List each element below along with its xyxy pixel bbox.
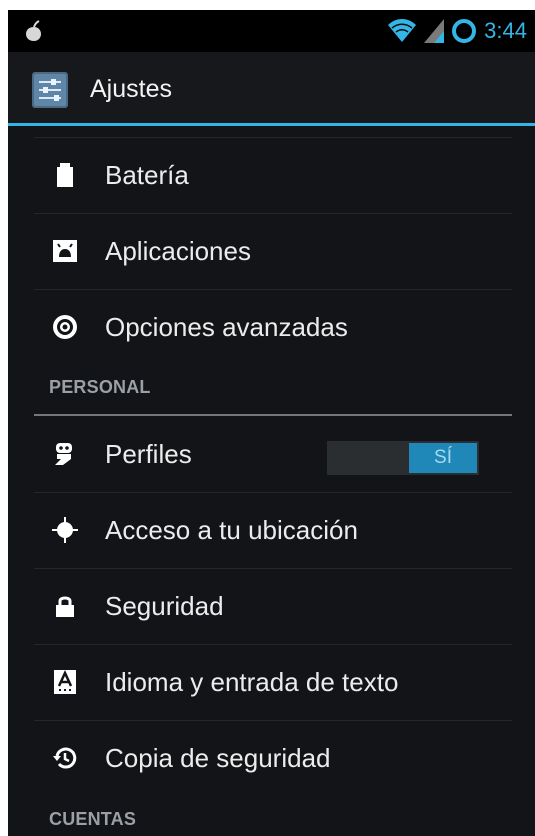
lock-icon — [56, 596, 74, 617]
signal-icon — [424, 19, 445, 43]
settings-item-label: Copia de seguridad — [105, 743, 331, 773]
advanced-settings-icon — [53, 315, 77, 339]
settings-item-backup[interactable]: Copia de seguridad — [34, 720, 512, 796]
divider — [34, 492, 512, 493]
divider — [34, 213, 512, 214]
location-icon — [52, 517, 78, 543]
settings-item-apps[interactable]: Aplicaciones — [34, 213, 512, 289]
divider — [34, 137, 512, 138]
status-bar: 3:44 — [8, 10, 535, 52]
sync-ring-icon — [452, 19, 477, 43]
page-title: Ajustes — [90, 75, 172, 103]
action-bar: Ajustes — [8, 52, 535, 126]
settings-item-label: Opciones avanzadas — [105, 312, 348, 342]
settings-item-label: Idioma y entrada de texto — [105, 667, 399, 697]
settings-sliders-icon[interactable] — [32, 72, 68, 108]
section-header-accounts: CUENTAS — [34, 794, 512, 836]
settings-item-label: Acceso a tu ubicación — [105, 515, 358, 545]
settings-item-location[interactable]: Acceso a tu ubicación — [34, 492, 512, 568]
profiles-toggle[interactable]: SÍ — [327, 441, 479, 475]
settings-item-label: Perfiles — [105, 439, 192, 469]
section-header-text: CUENTAS — [49, 809, 137, 829]
settings-item-advanced[interactable]: Opciones avanzadas — [34, 289, 512, 365]
divider — [34, 568, 512, 569]
divider — [34, 289, 512, 290]
apps-icon — [53, 240, 77, 262]
backup-icon — [53, 747, 77, 769]
divider — [34, 644, 512, 645]
section-header-personal: PERSONAL — [34, 362, 512, 416]
settings-item-security[interactable]: Seguridad — [34, 568, 512, 644]
settings-item-label: Batería — [105, 160, 189, 190]
section-header-text: PERSONAL — [49, 377, 151, 397]
settings-item-label: Seguridad — [105, 591, 224, 621]
settings-item-language[interactable]: Idioma y entrada de texto — [34, 644, 512, 720]
settings-item-profiles[interactable]: Perfiles SÍ — [34, 416, 512, 492]
settings-screen: 3:44 Ajustes Batería Aplicaciones Opcion… — [8, 10, 535, 836]
action-bar-divider — [8, 123, 535, 126]
language-icon — [54, 670, 76, 694]
wifi-icon — [388, 19, 417, 42]
settings-item-battery[interactable]: Batería — [34, 137, 512, 213]
toggle-on-label: SÍ — [409, 443, 477, 473]
divider — [34, 720, 512, 721]
profiles-icon — [55, 443, 72, 465]
settings-item-label: Aplicaciones — [105, 236, 251, 266]
battery-icon — [57, 163, 73, 187]
status-time: 3:44 — [484, 18, 527, 43]
notification-icon — [26, 20, 41, 41]
